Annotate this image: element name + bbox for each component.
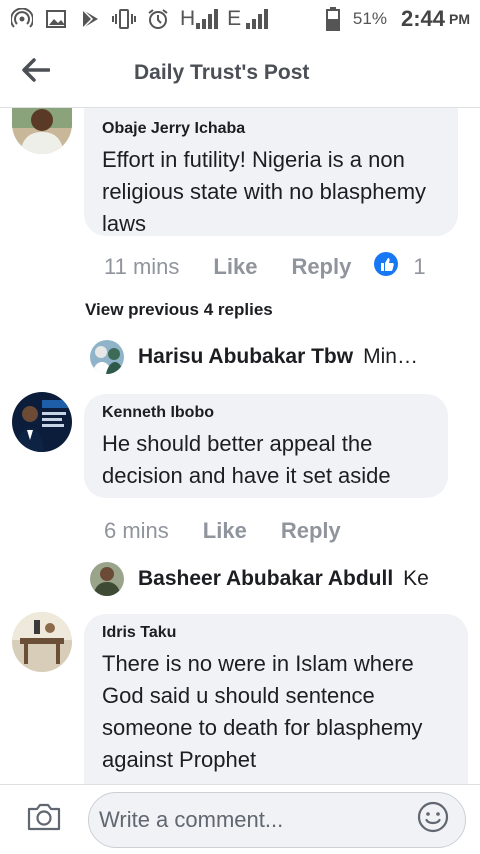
reaction-count[interactable]: 1: [373, 251, 426, 283]
comment-text: He should better appeal the decision and…: [102, 431, 391, 488]
page-title: Daily Trust's Post: [134, 60, 310, 84]
reply-author: Harisu Abubakar Tbw: [138, 345, 354, 368]
comment-input-placeholder: Write a comment...: [99, 806, 284, 832]
image-icon: [44, 7, 68, 31]
emoji-icon: [417, 801, 449, 838]
reply-button[interactable]: Reply: [281, 518, 341, 544]
vibrate-icon: [112, 7, 136, 31]
hotspot-icon: [10, 7, 34, 31]
comment-time: 11 mins: [104, 254, 180, 279]
post-header: Daily Trust's Post: [0, 38, 480, 108]
comment-author[interactable]: Obaje Jerry Ichaba: [102, 120, 440, 138]
clock-ampm: PM: [449, 11, 470, 27]
reply-preview[interactable]: Basheer Abubakar Abdull Ke: [90, 562, 429, 596]
avatar[interactable]: [12, 392, 72, 452]
alarm-icon: [146, 7, 170, 31]
comments-list[interactable]: Obaje Jerry Ichaba Effort in futility! N…: [0, 108, 480, 784]
reply-button[interactable]: Reply: [291, 254, 351, 280]
comment-bubble[interactable]: Kenneth Ibobo He should better appeal th…: [84, 394, 448, 498]
like-button[interactable]: Like: [213, 254, 257, 280]
status-icons-right: 51% 2:44 PM: [321, 6, 470, 32]
network-type-h: H: [180, 7, 196, 30]
comment-text: Effort in futility! Nigeria is a non rel…: [102, 147, 427, 236]
status-icons-left: H E: [10, 7, 279, 31]
status-bar: H E 51% 2:44 PM: [0, 0, 480, 38]
reply-preview[interactable]: Harisu Abubakar Tbw Min…: [90, 340, 418, 374]
back-button[interactable]: [0, 38, 72, 108]
comment-bubble[interactable]: Obaje Jerry Ichaba Effort in futility! N…: [84, 108, 458, 236]
comment-meta: 11 mins Like Reply 1: [104, 251, 426, 283]
avatar[interactable]: [12, 612, 72, 672]
avatar: [90, 340, 124, 374]
like-button[interactable]: Like: [203, 518, 247, 544]
signal-icon: [195, 7, 219, 31]
avatar: [90, 562, 124, 596]
clock-time: 2:44: [400, 6, 445, 31]
back-arrow-icon: [22, 58, 51, 87]
reply-snippet: Ke: [403, 567, 429, 590]
comment-author[interactable]: Kenneth Ibobo: [102, 404, 430, 422]
comment-meta: 6 mins Like Reply: [104, 518, 341, 544]
comment-bubble[interactable]: Idris Taku There is no were in Islam whe…: [84, 614, 468, 784]
emoji-button[interactable]: [413, 800, 453, 840]
view-previous-replies-link[interactable]: View previous 4 replies: [85, 300, 273, 320]
avatar[interactable]: [12, 108, 72, 154]
battery-icon: [321, 7, 345, 31]
network-type-e: E: [227, 7, 242, 30]
camera-icon: [26, 802, 62, 837]
like-count: 1: [413, 254, 426, 279]
comment-text: There is no were in Islam where God said…: [102, 651, 423, 772]
camera-button[interactable]: [0, 785, 88, 854]
reply-author: Basheer Abubakar Abdull: [138, 567, 394, 590]
comment-input[interactable]: Write a comment...: [88, 791, 466, 848]
reply-snippet: Min…: [363, 345, 418, 368]
comment-time: 6 mins: [104, 518, 169, 543]
signal-icon: [245, 7, 269, 31]
like-reaction-icon: [373, 251, 399, 283]
comment-author[interactable]: Idris Taku: [102, 624, 450, 642]
play-store-icon: [78, 7, 102, 31]
battery-percent: 51%: [352, 9, 387, 28]
comment-composer: Write a comment...: [0, 784, 480, 854]
